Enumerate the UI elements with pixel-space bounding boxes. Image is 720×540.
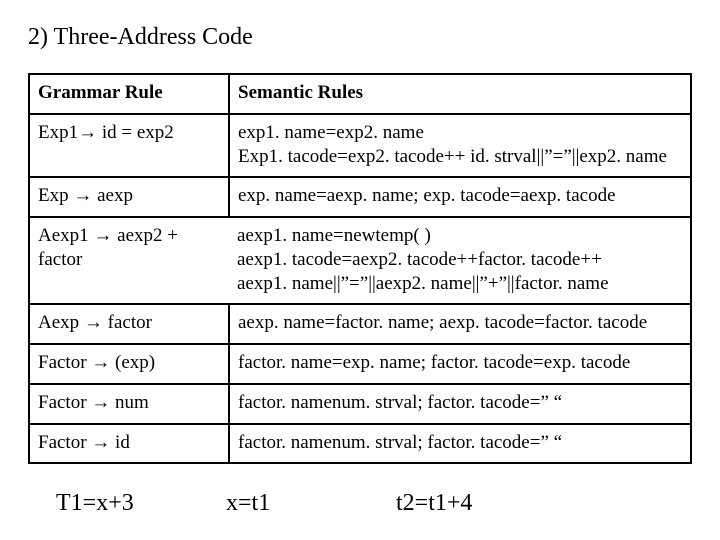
footer-ex-2: x=t1 — [226, 490, 396, 517]
grammar-cell: Exp1→ id = exp2 — [29, 114, 229, 178]
header-semantic: Semantic Rules — [229, 74, 691, 114]
header-grammar: Grammar Rule — [29, 74, 229, 114]
grammar-table: Grammar Rule Semantic Rules Exp1→ id = e… — [28, 73, 692, 464]
table-row: Factor → id factor. namenum. strval; fac… — [29, 424, 691, 464]
slide-title: 2) Three-Address Code — [28, 24, 692, 51]
semantic-cell: factor. name=exp. name; factor. tacode=e… — [229, 344, 691, 384]
table-header-row: Grammar Rule Semantic Rules — [29, 74, 691, 114]
table-row: Aexp → factor aexp. name=factor. name; a… — [29, 304, 691, 344]
grammar-cell: Aexp1 → aexp2 + factor — [29, 217, 229, 304]
grammar-cell: Factor → num — [29, 384, 229, 424]
semantic-cell: exp1. name=exp2. nameExp1. tacode=exp2. … — [229, 114, 691, 178]
semantic-cell: aexp. name=factor. name; aexp. tacode=fa… — [229, 304, 691, 344]
table-row: Factor → (exp) factor. name=exp. name; f… — [29, 344, 691, 384]
grammar-cell: Factor → id — [29, 424, 229, 464]
table-row: Exp → aexp exp. name=aexp. name; exp. ta… — [29, 177, 691, 217]
grammar-cell: Aexp → factor — [29, 304, 229, 344]
semantic-cell: aexp1. name=newtemp( )aexp1. tacode=aexp… — [229, 217, 691, 304]
grammar-cell: Exp → aexp — [29, 177, 229, 217]
table-row: Aexp1 → aexp2 + factor aexp1. name=newte… — [29, 217, 691, 304]
footer-ex-3: t2=t1+4 — [396, 490, 472, 517]
table-row: Factor → num factor. namenum. strval; fa… — [29, 384, 691, 424]
semantic-cell: factor. namenum. strval; factor. tacode=… — [229, 384, 691, 424]
page: 2) Three-Address Code Grammar Rule Seman… — [0, 0, 720, 517]
footer-ex-1: T1=x+3 — [56, 490, 226, 517]
footer-examples: T1=x+3 x=t1 t2=t1+4 — [28, 490, 692, 517]
table-row: Exp1→ id = exp2 exp1. name=exp2. nameExp… — [29, 114, 691, 178]
semantic-cell: exp. name=aexp. name; exp. tacode=aexp. … — [229, 177, 691, 217]
grammar-cell: Factor → (exp) — [29, 344, 229, 384]
semantic-cell: factor. namenum. strval; factor. tacode=… — [229, 424, 691, 464]
